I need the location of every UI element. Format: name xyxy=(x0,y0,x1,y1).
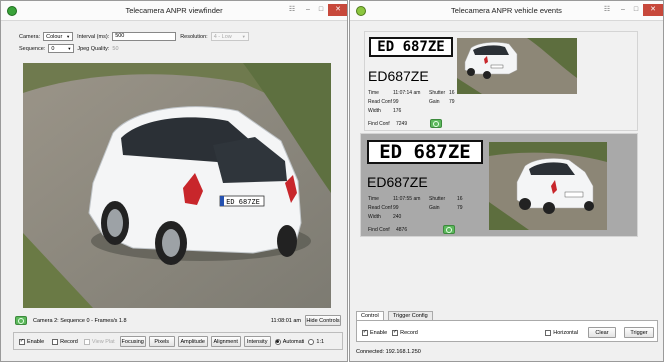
alignment-button[interactable]: Alignment xyxy=(210,336,241,347)
read-conf-label: Read Conf xyxy=(368,99,392,105)
resolution-label: Resolution: xyxy=(180,33,208,40)
maximize-icon[interactable]: □ xyxy=(630,4,642,16)
viewfinder-status-text: Camera 2: Sequence 0 - Frames/s 1.8 xyxy=(33,317,127,324)
minimize-icon[interactable]: – xyxy=(616,4,630,16)
focusing-button[interactable]: Focusing xyxy=(119,336,146,347)
gain-label: Gain xyxy=(429,205,440,211)
find-conf-label: Find Conf xyxy=(368,227,390,233)
camera-image: ED 687ZE xyxy=(23,63,331,308)
shutter-value: 16 xyxy=(449,90,455,96)
viewfinder-toolbar-items: ✓ Enable Record View Plat Focusing Pixel… xyxy=(19,336,324,347)
enable-label: Enable xyxy=(370,329,388,336)
camera-icon[interactable] xyxy=(443,225,455,234)
close-icon[interactable]: ✕ xyxy=(643,4,663,16)
automatic-label: Automati xyxy=(282,338,305,345)
event-vehicle-image[interactable] xyxy=(457,38,577,94)
event-item-selected[interactable]: ED 687ZE ED687ZE Time 11:07:55 am Shutte… xyxy=(360,133,638,237)
record-checkbox[interactable] xyxy=(52,338,59,345)
event-item[interactable]: ED 687ZE ED687ZE Time 11:07:14 am Shutte… xyxy=(364,31,638,131)
jpeg-quality-value: 50 xyxy=(112,45,119,52)
viewfinder-window: Telecamera ANPR viewfinder ☷ – □ ✕ Camer… xyxy=(0,0,348,362)
resolution-select-value: 4 - Low xyxy=(213,33,232,40)
read-conf-value: 99 xyxy=(393,205,399,211)
one-to-one-label: 1:1 xyxy=(316,338,325,345)
plate-crop-image: ED 687ZE xyxy=(367,140,483,164)
enable-checkbox[interactable]: ✓ xyxy=(362,329,368,336)
gain-value: 79 xyxy=(449,99,455,105)
view-plat-checkbox[interactable] xyxy=(83,338,90,345)
chevron-down-icon: ▼ xyxy=(66,34,71,39)
plate-number: ED687ZE xyxy=(368,68,429,84)
car-plate: ED 687ZE xyxy=(226,198,260,206)
automatic-radio[interactable] xyxy=(274,338,281,345)
resolution-select[interactable]: 4 - Low ▼ xyxy=(210,32,249,41)
horizontal-label: Horizontal xyxy=(553,329,578,336)
interval-input[interactable]: 500 xyxy=(112,32,177,41)
settings-icon[interactable]: ☷ xyxy=(285,4,299,16)
camera-viewport[interactable]: ED 687ZE xyxy=(23,63,331,308)
width-value: 176 xyxy=(393,108,402,114)
chevron-down-icon: ▼ xyxy=(67,46,72,51)
read-conf-value: 99 xyxy=(393,99,399,105)
sequence-select-value: 0 xyxy=(51,45,55,52)
camera-row: Camera: Colour ▼ Interval (ms): 500 Resol… xyxy=(19,32,249,41)
find-conf-label: Find Conf xyxy=(368,121,390,127)
one-to-one-radio[interactable] xyxy=(308,338,315,345)
intensity-button[interactable]: Intensity xyxy=(243,336,271,347)
interval-label: Interval (ms): xyxy=(77,33,110,40)
gain-label: Gain xyxy=(429,99,440,105)
shutter-label: Shutter xyxy=(429,90,446,96)
camera-label: Camera: xyxy=(19,33,41,40)
find-conf-value: 4876 xyxy=(396,227,408,233)
time-value: 11:07:55 am xyxy=(393,196,421,202)
view-plat-label: View Plat xyxy=(91,338,115,345)
time-label: Time xyxy=(368,196,379,202)
width-label: Width xyxy=(368,214,381,220)
viewfinder-titlebar: Telecamera ANPR viewfinder ☷ – □ ✕ xyxy=(1,1,347,21)
sequence-row: Sequence: 0 ▼ Jpeg Quality: 50 xyxy=(19,44,119,53)
hide-controls-button[interactable]: Hide Controls xyxy=(305,315,341,326)
record-checkbox[interactable]: ✓ xyxy=(392,329,399,336)
read-conf-label: Read Conf xyxy=(368,205,392,211)
events-window: Telecamera ANPR vehicle events ☷ – □ ✕ E… xyxy=(349,0,664,362)
close-icon[interactable]: ✕ xyxy=(328,4,347,16)
gain-value: 79 xyxy=(457,205,463,211)
event-vehicle-image[interactable] xyxy=(489,142,607,230)
width-label: Width xyxy=(368,108,381,114)
enable-label: Enable xyxy=(27,338,45,345)
shutter-label: Shutter xyxy=(429,196,446,202)
trigger-button[interactable]: Trigger xyxy=(624,327,654,338)
camera-icon[interactable] xyxy=(430,119,442,128)
sequence-label: Sequence: xyxy=(19,45,46,52)
plate-number: ED687ZE xyxy=(367,174,428,190)
record-label: Record xyxy=(60,338,78,345)
pixels-button[interactable]: Pixels xyxy=(148,336,175,347)
connection-status: Connected: 192.168.1.250 xyxy=(356,349,421,355)
shutter-value: 16 xyxy=(457,196,463,202)
clear-button[interactable]: Clear xyxy=(588,327,616,338)
chevron-down-icon: ▼ xyxy=(241,34,246,39)
amplitude-button[interactable]: Amplitude xyxy=(177,336,208,347)
control-panel-items: ✓ Enable ✓ Record Horizontal Clear Trigg… xyxy=(362,327,654,338)
record-label: Record xyxy=(400,329,418,336)
camera-icon[interactable] xyxy=(15,316,27,325)
time-value: 11:07:14 am xyxy=(393,90,421,96)
maximize-icon[interactable]: □ xyxy=(315,4,327,16)
settings-icon[interactable]: ☷ xyxy=(600,4,614,16)
sequence-select[interactable]: 0 ▼ xyxy=(48,44,75,53)
horizontal-checkbox[interactable] xyxy=(545,329,552,336)
width-value: 240 xyxy=(393,214,402,220)
plate-crop-image: ED 687ZE xyxy=(369,37,453,57)
enable-checkbox[interactable]: ✓ xyxy=(19,338,25,345)
viewfinder-status-row: Camera 2: Sequence 0 - Frames/s 1.8 11:0… xyxy=(15,315,341,326)
viewfinder-time: 11:08:01 am xyxy=(270,317,301,324)
jpeg-quality-label: Jpeg Quality: xyxy=(77,45,110,52)
time-label: Time xyxy=(368,90,379,96)
camera-select-value: Colour xyxy=(46,33,63,40)
events-titlebar: Telecamera ANPR vehicle events ☷ – □ ✕ xyxy=(350,1,663,21)
camera-select[interactable]: Colour ▼ xyxy=(43,32,74,41)
find-conf-value: 7249 xyxy=(396,121,408,127)
minimize-icon[interactable]: – xyxy=(301,4,315,16)
